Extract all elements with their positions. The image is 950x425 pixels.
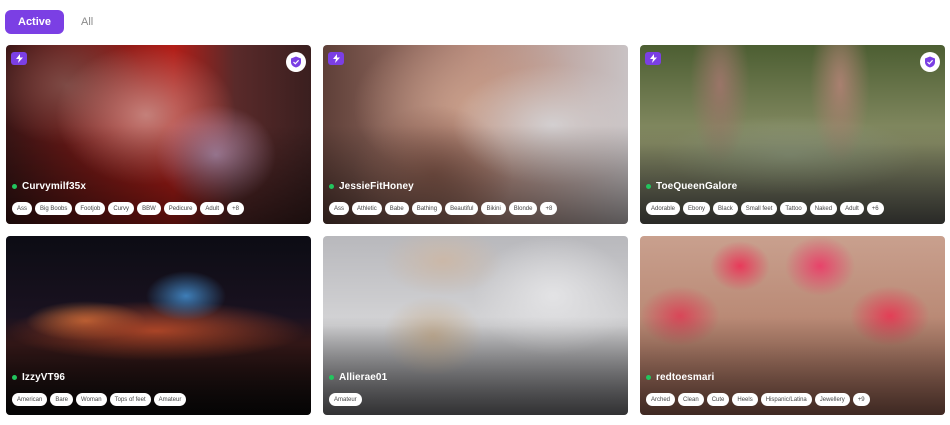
model-name[interactable]: ToeQueenGalore	[656, 181, 737, 192]
tag-list: American Bare Woman Tops of feet Amateur	[12, 393, 187, 406]
tag-list: Ass Big Boobs Footjob Curvy BBW Pedicure…	[12, 202, 244, 215]
tag-chip[interactable]: Ass	[329, 202, 350, 215]
lightning-icon	[11, 52, 27, 65]
model-grid: Curvymilf35x Ass Big Boobs Footjob Curvy…	[6, 45, 945, 415]
tag-chip[interactable]: Black	[713, 202, 738, 215]
tag-chip[interactable]: Naked	[809, 202, 838, 215]
tag-chip[interactable]: Tattoo	[780, 202, 807, 215]
tag-chip[interactable]: Amateur	[329, 393, 362, 406]
more-tags-chip[interactable]: +9	[852, 393, 870, 406]
online-status-dot	[646, 375, 651, 380]
tag-chip[interactable]: Hispanic/Latina	[760, 393, 812, 406]
online-status-dot	[329, 184, 334, 189]
tag-chip[interactable]: Ass	[12, 202, 33, 215]
tag-list: Ass Athletic Babe Bathing Beautiful Biki…	[329, 202, 558, 215]
tag-chip[interactable]: Heels	[732, 393, 758, 406]
verified-shield-icon	[920, 52, 940, 72]
tag-chip[interactable]: Babe	[384, 202, 409, 215]
tag-chip[interactable]: Bare	[50, 393, 74, 406]
tag-chip[interactable]: American	[12, 393, 48, 406]
tag-list: Amateur	[329, 393, 362, 406]
model-card[interactable]: ToeQueenGalore Adorable Ebony Black Smal…	[640, 45, 945, 224]
tag-list: Arched Clean Cute Heels Hispanic/Latina …	[646, 393, 870, 406]
model-name[interactable]: redtoesmari	[656, 372, 714, 383]
tag-chip[interactable]: Small feet	[740, 202, 778, 215]
tag-chip[interactable]: BBW	[137, 202, 161, 215]
tag-chip[interactable]: Arched	[646, 393, 676, 406]
lightning-icon	[328, 52, 344, 65]
tag-chip[interactable]: Bathing	[411, 202, 443, 215]
online-status-dot	[12, 375, 17, 380]
tag-chip[interactable]: Athletic	[352, 202, 382, 215]
more-tags-chip[interactable]: +8	[227, 202, 244, 215]
model-card[interactable]: IzzyVT96 American Bare Woman Tops of fee…	[6, 236, 311, 415]
verified-shield-icon	[286, 52, 306, 72]
tag-chip[interactable]: Ebony	[683, 202, 711, 215]
tab-all[interactable]: All	[68, 10, 106, 34]
tag-chip[interactable]: Blonde	[508, 202, 538, 215]
tag-chip[interactable]: Clean	[678, 393, 704, 406]
lightning-icon	[645, 52, 661, 65]
tag-chip[interactable]: Beautiful	[445, 202, 479, 215]
tag-chip[interactable]: Adorable	[646, 202, 681, 215]
tag-chip[interactable]: Pedicure	[163, 202, 198, 215]
tag-chip[interactable]: Footjob	[75, 202, 106, 215]
model-name[interactable]: JessieFitHoney	[339, 181, 414, 192]
tag-chip[interactable]: Cute	[706, 393, 730, 406]
tag-list: Adorable Ebony Black Small feet Tattoo N…	[646, 202, 884, 215]
model-card[interactable]: Curvymilf35x Ass Big Boobs Footjob Curvy…	[6, 45, 311, 224]
model-name[interactable]: IzzyVT96	[22, 372, 65, 383]
more-tags-chip[interactable]: +8	[540, 202, 558, 215]
online-status-dot	[329, 375, 334, 380]
online-status-dot	[646, 184, 651, 189]
tag-chip[interactable]: Adult	[200, 202, 225, 215]
tag-chip[interactable]: Adult	[840, 202, 864, 215]
tag-chip[interactable]: Jewellery	[814, 393, 850, 406]
tag-chip[interactable]: Big Boobs	[35, 202, 73, 215]
model-name[interactable]: Curvymilf35x	[22, 181, 86, 192]
tag-chip[interactable]: Amateur	[153, 393, 187, 406]
tag-chip[interactable]: Bikini	[481, 202, 506, 215]
tab-bar: Active All	[5, 10, 106, 34]
tag-chip[interactable]: Curvy	[108, 202, 135, 215]
model-name[interactable]: Allierae01	[339, 372, 387, 383]
tab-active[interactable]: Active	[5, 10, 65, 34]
more-tags-chip[interactable]: +6	[866, 202, 884, 215]
model-card[interactable]: Allierae01 Amateur	[323, 236, 628, 415]
online-status-dot	[12, 184, 17, 189]
tag-chip[interactable]: Tops of feet	[109, 393, 151, 406]
model-card[interactable]: redtoesmari Arched Clean Cute Heels Hisp…	[640, 236, 945, 415]
tag-chip[interactable]: Woman	[76, 393, 107, 406]
model-card[interactable]: JessieFitHoney Ass Athletic Babe Bathing…	[323, 45, 628, 224]
